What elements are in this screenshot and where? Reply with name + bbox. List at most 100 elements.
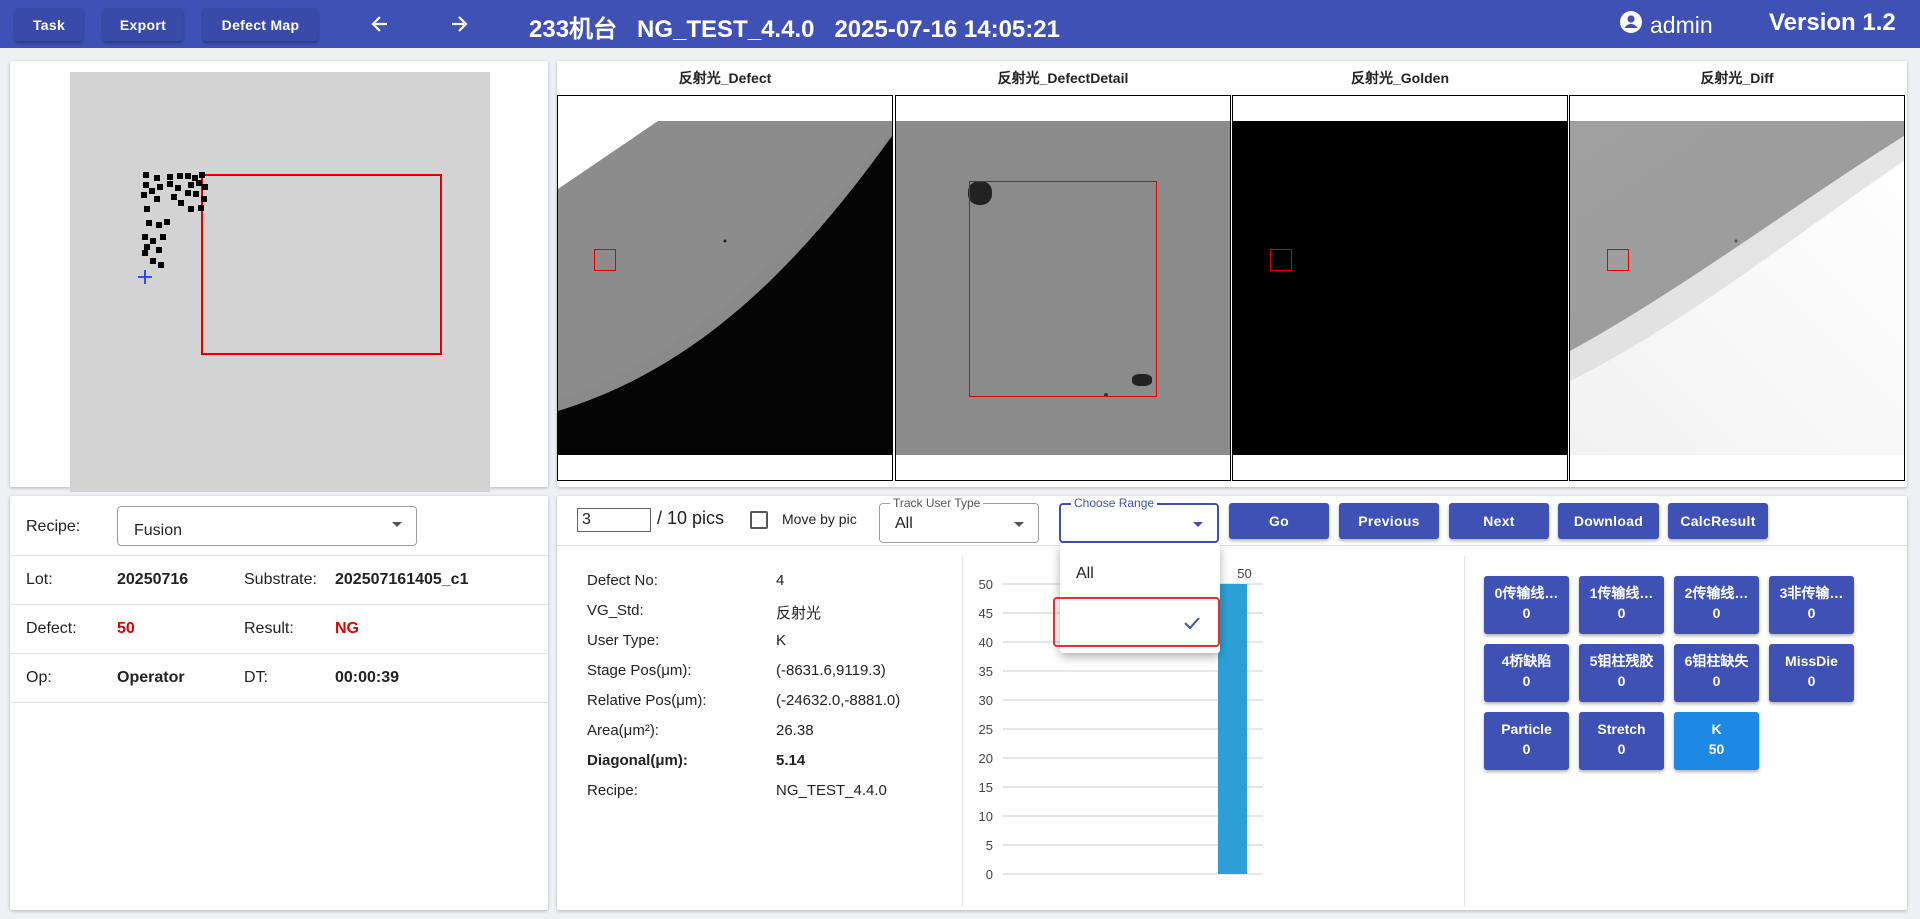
forward-arrow-icon[interactable] [444, 10, 474, 38]
export-button[interactable]: Export [103, 8, 183, 41]
choose-range-select[interactable]: Choose Range [1059, 496, 1219, 543]
dropdown-option-all[interactable]: All [1060, 547, 1220, 597]
move-by-pic-checkbox[interactable] [750, 511, 768, 529]
category-button[interactable]: 3非传输… 0 [1769, 576, 1854, 634]
category-name: K [1711, 721, 1722, 737]
detail-key: Recipe: [587, 782, 638, 799]
substrate-label: Substrate: [244, 571, 317, 588]
category-count: 0 [1617, 605, 1626, 621]
y-tick-label: 50 [979, 577, 993, 592]
defect-dot [150, 258, 156, 264]
recipe-select[interactable]: Fusion [117, 506, 417, 546]
category-button[interactable]: MissDie 0 [1769, 644, 1854, 702]
category-button[interactable]: Stretch 0 [1579, 712, 1664, 770]
detail-key: VG_Std: [587, 602, 644, 619]
task-button[interactable]: Task [15, 8, 83, 41]
op-label: Op: [26, 669, 52, 686]
op-value: Operator [117, 669, 185, 686]
category-button[interactable]: 2传输线… 0 [1674, 576, 1759, 634]
category-name: Stretch [1597, 721, 1646, 737]
y-tick-label: 5 [986, 838, 993, 853]
top-bar: Task Export Defect Map 233机台 NG_TEST_4.4… [0, 0, 1920, 48]
detail-key: Relative Pos(μm): [587, 692, 707, 709]
defect-dot [201, 196, 207, 202]
category-button[interactable]: K 50 [1674, 712, 1759, 770]
category-name: 4桥缺陷 [1501, 653, 1552, 669]
category-name: 6钼柱缺失 [1684, 653, 1749, 669]
image-title-defect: 反射光_Defect [678, 70, 772, 86]
defect-detail-roi-box [969, 181, 1157, 397]
lot-value: 20250716 [117, 571, 189, 588]
category-name: 0传输线… [1494, 585, 1559, 601]
defect-image[interactable] [557, 95, 893, 481]
dropdown-option-selected[interactable] [1053, 597, 1220, 647]
category-button[interactable]: 4桥缺陷 0 [1484, 644, 1569, 702]
defect-dot [175, 185, 181, 191]
category-button[interactable]: 0传输线… 0 [1484, 576, 1569, 634]
image-title-defect-detail: 反射光_DefectDetail [997, 70, 1129, 86]
divider [1464, 556, 1465, 906]
wafer-map[interactable] [70, 72, 490, 492]
defect-dot [193, 191, 199, 197]
download-button[interactable]: Download [1558, 503, 1659, 539]
defect-label: Defect: [26, 620, 77, 637]
detail-value: K [776, 632, 787, 649]
page-input[interactable]: 3 [577, 508, 651, 532]
lot-label: Lot: [26, 571, 53, 588]
defect-detail-panel: 3 / 10 pics Move by pic Track User Type … [557, 496, 1907, 910]
defect-dot [150, 238, 156, 244]
y-tick-label: 35 [979, 664, 993, 679]
defect-dot [199, 172, 205, 178]
detail-key: Diagonal(μm): [587, 752, 688, 769]
result-value: NG [335, 620, 359, 637]
category-count: 0 [1522, 605, 1531, 621]
category-button[interactable]: 5钼柱残胶 0 [1579, 644, 1664, 702]
category-count: 0 [1522, 741, 1531, 757]
page-title: 233机台 NG_TEST_4.4.0 2025-07-16 14:05:21 [529, 16, 1060, 43]
diff-image[interactable] [1569, 95, 1905, 481]
defect-dot [154, 196, 160, 202]
substrate-value: 202507161405_c1 [335, 571, 469, 588]
divider [557, 545, 1907, 546]
defect-dot [154, 175, 160, 181]
category-name: 1传输线… [1589, 585, 1654, 601]
defect-dot [156, 247, 162, 253]
category-count: 50 [1708, 741, 1725, 757]
chart-bar[interactable] [1218, 584, 1247, 874]
defect-dot [149, 188, 155, 194]
y-tick-label: 40 [979, 635, 993, 650]
category-button[interactable]: 1传输线… 0 [1579, 576, 1664, 634]
golden-image[interactable] [1232, 95, 1568, 481]
version-label: Version 1.2 [1769, 9, 1896, 36]
next-button[interactable]: Next [1449, 503, 1549, 539]
defect-detail-image[interactable] [895, 95, 1231, 481]
previous-button[interactable]: Previous [1339, 503, 1439, 539]
defect-roi-box [594, 249, 616, 271]
recipe-select-value: Fusion [134, 522, 183, 539]
go-button[interactable]: Go [1229, 503, 1329, 539]
result-label: Result: [244, 620, 294, 637]
defect-map-button[interactable]: Defect Map [203, 8, 318, 41]
y-tick-label: 10 [979, 809, 993, 824]
dt-value: 00:00:39 [335, 669, 400, 686]
user-menu[interactable]: admin [1620, 11, 1713, 39]
wafer-range-box [201, 174, 442, 355]
category-button[interactable]: 6钼柱缺失 0 [1674, 644, 1759, 702]
y-tick-label: 30 [979, 693, 993, 708]
check-icon [1184, 617, 1200, 630]
back-arrow-icon[interactable] [365, 10, 395, 38]
defect-dot [157, 184, 163, 190]
track-user-type-select[interactable]: Track User Type All [879, 496, 1039, 543]
y-tick-label: 20 [979, 751, 993, 766]
category-button[interactable]: Particle 0 [1484, 712, 1569, 770]
move-by-pic-label: Move by pic [782, 511, 857, 527]
golden-roi-box [1270, 249, 1292, 271]
defect-row: Defect: 50 Result: NG [10, 605, 548, 654]
defect-dot [146, 220, 152, 226]
defect-dot [185, 190, 191, 196]
category-count: 0 [1807, 605, 1816, 621]
calc-result-button[interactable]: CalcResult [1668, 503, 1768, 539]
defect-dot [178, 200, 184, 206]
image-title-golden: 反射光_Golden [1350, 70, 1449, 86]
defect-dot [142, 234, 148, 240]
